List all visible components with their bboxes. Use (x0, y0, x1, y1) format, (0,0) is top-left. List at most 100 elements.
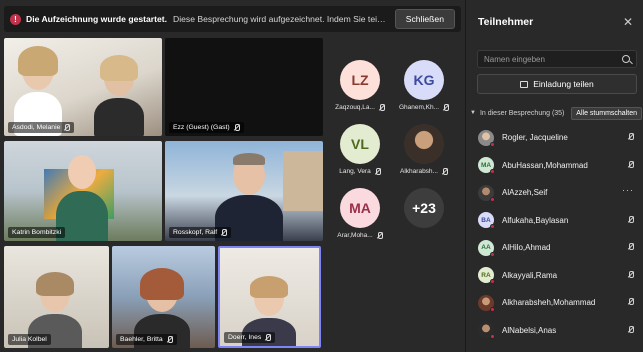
more-participants-count[interactable]: +23 (404, 188, 444, 228)
mic-off-icon (627, 325, 634, 333)
participant-row[interactable]: AA AlHilo,Ahmad (466, 234, 643, 262)
chevron-down-icon[interactable]: ▼ (470, 110, 476, 116)
mic-off-icon (63, 124, 71, 131)
presence-badge (490, 306, 495, 312)
avatar: MA (478, 157, 495, 175)
presence-badge (490, 279, 495, 285)
avatar: VL (340, 124, 380, 164)
tile-name-label: Asdodi, Melanie (8, 122, 75, 133)
video-tile[interactable]: Katrin Bombitzki (4, 141, 162, 241)
in-meeting-section[interactable]: ▼ In dieser Besprechung (35) Alle stumms… (470, 106, 642, 120)
participant-name: AlAzzeh,Seif (502, 188, 548, 198)
mute-all-button[interactable]: Alle stummschalten (571, 106, 642, 120)
tile-name-label: Julia Kolbel (8, 334, 51, 345)
participant-row[interactable]: Rogler, Jacqueline (466, 124, 643, 152)
participant-row[interactable]: MA AbuHassan,Mohammad (466, 152, 643, 180)
more-options-icon[interactable]: ··· (622, 185, 634, 195)
video-tile[interactable]: Ezz (Guest) (Gast) (165, 38, 323, 136)
tile-name-label: Doerr, Ines (224, 332, 276, 343)
close-icon[interactable]: ✕ (623, 15, 633, 29)
search-icon[interactable] (622, 55, 630, 63)
presence-badge (490, 224, 495, 230)
mic-off-icon (378, 104, 385, 111)
avatar: LZ (340, 60, 380, 100)
alert-icon: ! (10, 13, 21, 25)
mic-off-icon (627, 243, 634, 250)
mic-off-icon (627, 133, 634, 140)
participant-search[interactable] (477, 50, 637, 68)
mic-off-icon (627, 160, 634, 168)
meeting-stage: ! Die Aufzeichnung wurde gestartet. Dies… (0, 0, 465, 352)
banner-message[interactable]: Diese Besprechung wird aufgezeichnet. In… (173, 14, 387, 24)
avatar-grid: LZ Zaqzouq,La... KG Ghanem,Kh... VL Lang… (326, 38, 462, 348)
more-participants-tile[interactable]: +23 (394, 188, 454, 228)
mic-off-icon (233, 124, 240, 131)
mic-off-icon (220, 229, 228, 236)
presence-badge (490, 251, 495, 257)
avatar-name: Zaqzouq,La... (330, 104, 390, 111)
avatar-tile[interactable]: KG Ghanem,Kh... (394, 60, 454, 111)
section-label: In dieser Besprechung (35) (479, 109, 565, 117)
share-invite-label: Einladung teilen (533, 79, 594, 89)
avatar-tile[interactable]: MA Arar,Moha... (330, 188, 390, 239)
mic-off-icon (441, 168, 448, 175)
avatar-name: Ghanem,Kh... (394, 104, 454, 111)
tile-name-label: Baehler, Britta (116, 334, 177, 345)
avatar: RA (478, 267, 495, 285)
tile-name-label: Rosskopf, Ralf (169, 227, 232, 238)
banner-title: Die Aufzeichnung wurde gestartet. (26, 14, 168, 24)
participant-row[interactable]: BA Alfukaha,Baylasan (466, 207, 643, 235)
participant-row[interactable]: Alkharabsheh,Mohammad (466, 289, 643, 317)
video-tile[interactable]: Julia Kolbel (4, 246, 109, 348)
presence-badge (490, 169, 495, 175)
search-input[interactable] (484, 54, 622, 64)
presence-badge (490, 141, 495, 147)
video-tile-active-speaker[interactable]: Doerr, Ines (218, 246, 321, 348)
presence-badge (490, 334, 495, 340)
share-invite-button[interactable]: Einladung teilen (477, 74, 637, 94)
participants-panel: Teilnehmer ✕ Einladung teilen ▼ In diese… (465, 0, 643, 352)
teams-meeting-window: ! Die Aufzeichnung wurde gestartet. Dies… (0, 0, 643, 352)
mic-off-icon (627, 298, 634, 305)
tile-name-label: Ezz (Guest) (Gast) (169, 122, 244, 133)
video-tile[interactable]: Baehler, Britta (112, 246, 215, 348)
avatar-photo (478, 294, 495, 312)
recording-banner: ! Die Aufzeichnung wurde gestartet. Dies… (4, 6, 461, 32)
avatar-name: Lang, Vera (330, 168, 390, 175)
participant-name: AlNabelsi,Anas (502, 325, 557, 335)
participant-row[interactable]: AlNabelsi,Anas (466, 317, 643, 345)
participant-row[interactable]: AlAzzeh,Seif ··· (466, 179, 643, 207)
banner-close-button[interactable]: Schließen (394, 9, 455, 29)
participant-row[interactable]: RA Alkayyali,Rama (466, 262, 643, 290)
presence-badge (490, 196, 495, 202)
avatar: MA (340, 188, 380, 228)
avatar: BA (478, 212, 495, 230)
avatar-photo (404, 124, 444, 164)
mic-off-icon (376, 232, 383, 239)
avatar-photo (478, 322, 495, 340)
panel-title: Teilnehmer (478, 16, 534, 28)
avatar-photo (478, 184, 495, 202)
video-tile[interactable]: Asdodi, Melanie (4, 38, 162, 136)
avatar-tile[interactable]: LZ Zaqzouq,La... (330, 60, 390, 111)
participant-name: Rogler, Jacqueline (502, 133, 568, 143)
building (283, 151, 323, 211)
avatar-name: Alkharabsh... (394, 168, 454, 175)
participant-name: Alfukaha,Baylasan (502, 215, 569, 225)
video-tile[interactable]: Rosskopf, Ralf (165, 141, 323, 241)
mic-off-icon (264, 334, 272, 341)
mic-off-icon (627, 215, 634, 223)
avatar: AA (478, 239, 495, 257)
mic-off-icon (627, 270, 634, 278)
participant-name: Alkayyali,Rama (502, 270, 558, 280)
avatar-tile[interactable]: Alkharabsh... (394, 124, 454, 175)
tile-name-label: Katrin Bombitzki (8, 227, 66, 238)
participant-name: AbuHassan,Mohammad (502, 160, 588, 170)
avatar-tile[interactable]: VL Lang, Vera (330, 124, 390, 175)
avatar-photo (478, 129, 495, 147)
participant-list: Rogler, Jacqueline MA AbuHassan,Mohammad… (466, 124, 643, 344)
avatar-name: Arar,Moha... (330, 232, 390, 239)
mic-off-icon (166, 336, 173, 343)
avatar: KG (404, 60, 444, 100)
participant-name: Alkharabsheh,Mohammad (502, 298, 596, 308)
